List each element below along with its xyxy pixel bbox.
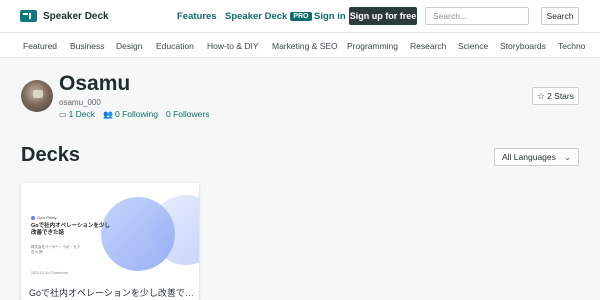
top-header: Speaker Deck Features Speaker Deck PRO Si… [0, 0, 600, 33]
deck-thumbnail[interactable]: Go's Pretty Goで社内オペレーションを少し改善できた話 株式会社ベー… [21, 183, 199, 283]
decks-heading: Decks [21, 144, 80, 166]
search-input[interactable] [425, 7, 529, 25]
decks-count: 1 Deck [68, 109, 96, 119]
star-icon: ☆ [536, 90, 546, 101]
category-science[interactable]: Science [458, 41, 488, 51]
category-education[interactable]: Education [156, 41, 194, 51]
signup-button[interactable]: Sign up for free [349, 7, 417, 25]
search-button[interactable]: Search [541, 7, 579, 25]
slide-meta: 株式会社ベーター・ラボ・オプ 石川 修 [31, 245, 80, 255]
slide-brand-text: Go's Pretty [37, 215, 57, 220]
profile-stats: ▭ 1 Deck 👥 0 Following 0 Followers [59, 109, 209, 119]
slide-title: Goで社内オペレーションを少し改善できた話 [31, 223, 111, 236]
followers-link[interactable]: 0 Followers [166, 109, 209, 119]
slide-brand: Go's Pretty [31, 215, 57, 220]
users-icon: 👥 [103, 109, 113, 119]
category-design[interactable]: Design [116, 41, 142, 51]
category-storyboards[interactable]: Storyboards [500, 41, 546, 51]
deck-title[interactable]: Goで社内オペレーションを少し改善できた... [29, 286, 195, 299]
slide-meta-author: 石川 修 [31, 250, 43, 254]
speakerdeck-logo-icon [20, 10, 37, 22]
deck-card[interactable]: Go's Pretty Goで社内オペレーションを少し改善できた話 株式会社ベー… [21, 183, 199, 300]
category-technology[interactable]: Techno [558, 41, 585, 51]
nav-features-link[interactable]: Features [177, 11, 217, 22]
nav-speakerdeck-label: Speaker Deck [225, 11, 288, 22]
category-programming[interactable]: Programming [347, 41, 398, 51]
chevron-down-icon: ⌄ [564, 152, 571, 162]
decks-count-link[interactable]: ▭ 1 Deck [59, 109, 95, 119]
category-howto-diy[interactable]: How-to & DIY [207, 41, 259, 51]
avatar[interactable] [21, 80, 53, 112]
language-select[interactable]: All Languages ⌄ [494, 148, 579, 166]
category-featured[interactable]: Featured [23, 41, 57, 51]
category-nav: Featured Business Design Education How-t… [0, 33, 600, 58]
decorative-circle [101, 197, 175, 271]
following-count: 0 Following [115, 109, 158, 119]
brand-name: Speaker Deck [43, 10, 109, 22]
nav-signin-link[interactable]: Sign in [314, 11, 346, 22]
slides-icon: ▭ [59, 109, 67, 119]
speakerdeck-logo[interactable]: Speaker Deck [20, 10, 109, 22]
profile-name: Osamu [59, 72, 131, 95]
category-research[interactable]: Research [410, 41, 446, 51]
brand-dot-icon [31, 215, 35, 220]
profile-handle: osamu_000 [59, 98, 101, 107]
language-select-value: All Languages [502, 152, 556, 162]
slide-footer: 2023.10 Go Conference [31, 271, 69, 275]
pro-badge: PRO [290, 12, 312, 21]
stars-count: 2 Stars [547, 91, 574, 101]
category-marketing-seo[interactable]: Marketing & SEO [272, 41, 338, 51]
followers-count: 0 Followers [166, 109, 210, 119]
category-business[interactable]: Business [70, 41, 105, 51]
following-link[interactable]: 👥 0 Following [103, 109, 158, 119]
stars-button[interactable]: ☆ 2 Stars [532, 87, 579, 105]
nav-speakerdeck-pro-link[interactable]: Speaker Deck PRO [225, 11, 312, 22]
